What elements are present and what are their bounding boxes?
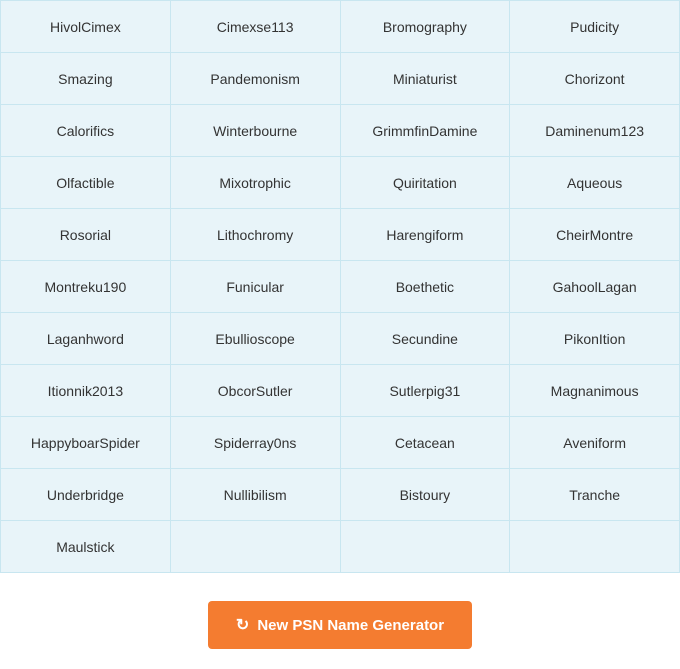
grid-cell: Aveniform <box>510 417 680 469</box>
grid-cell: Quiritation <box>341 157 511 209</box>
grid-cell: Cimexse113 <box>171 1 341 53</box>
grid-cell: Ebullioscope <box>171 313 341 365</box>
grid-cell-empty <box>510 521 680 573</box>
grid-cell: HivolCimex <box>1 1 171 53</box>
grid-cell: Laganhword <box>1 313 171 365</box>
refresh-icon: ↻ <box>236 615 249 635</box>
grid-cell: Pandemonism <box>171 53 341 105</box>
grid-cell: Olfactible <box>1 157 171 209</box>
bottom-area: ↻ New PSN Name Generator <box>0 573 680 669</box>
grid-cell: Spiderray0ns <box>171 417 341 469</box>
grid-cell: Chorizont <box>510 53 680 105</box>
grid-cell: Cetacean <box>341 417 511 469</box>
grid-cell-empty <box>341 521 511 573</box>
grid-cell: Montreku190 <box>1 261 171 313</box>
grid-cell: HappyboarSpider <box>1 417 171 469</box>
grid-container: HivolCimexCimexse113BromographyPudicity S… <box>0 0 680 573</box>
grid-cell: Maulstick <box>1 521 171 573</box>
grid-cell: Mixotrophic <box>171 157 341 209</box>
grid-cell: ObcorSutler <box>171 365 341 417</box>
grid-cell: Harengiform <box>341 209 511 261</box>
grid-cell: Secundine <box>341 313 511 365</box>
grid-cell: Underbridge <box>1 469 171 521</box>
grid-cell: Lithochromy <box>171 209 341 261</box>
grid-cell: Daminenum123 <box>510 105 680 157</box>
grid-cell: Smazing <box>1 53 171 105</box>
grid-cell: GrimmfinDamine <box>341 105 511 157</box>
grid-cell: CheirMontre <box>510 209 680 261</box>
generate-button[interactable]: ↻ New PSN Name Generator <box>208 601 472 649</box>
grid-cell: Bistoury <box>341 469 511 521</box>
grid-cell: Nullibilism <box>171 469 341 521</box>
grid-cell: Aqueous <box>510 157 680 209</box>
grid-cell: PikonItion <box>510 313 680 365</box>
grid-cell: Rosorial <box>1 209 171 261</box>
grid-cell: Winterbourne <box>171 105 341 157</box>
grid-cell: Sutlerpig31 <box>341 365 511 417</box>
grid-cell: Boethetic <box>341 261 511 313</box>
grid-cell: Miniaturist <box>341 53 511 105</box>
grid-cell-empty <box>171 521 341 573</box>
grid-cell: Tranche <box>510 469 680 521</box>
grid-cell: GahoolLagan <box>510 261 680 313</box>
grid-cell: Itionnik2013 <box>1 365 171 417</box>
grid-cell: Calorifics <box>1 105 171 157</box>
generate-button-label: New PSN Name Generator <box>257 617 444 634</box>
grid-cell: Funicular <box>171 261 341 313</box>
grid-cell: Pudicity <box>510 1 680 53</box>
grid-cell: Magnanimous <box>510 365 680 417</box>
grid-cell: Bromography <box>341 1 511 53</box>
